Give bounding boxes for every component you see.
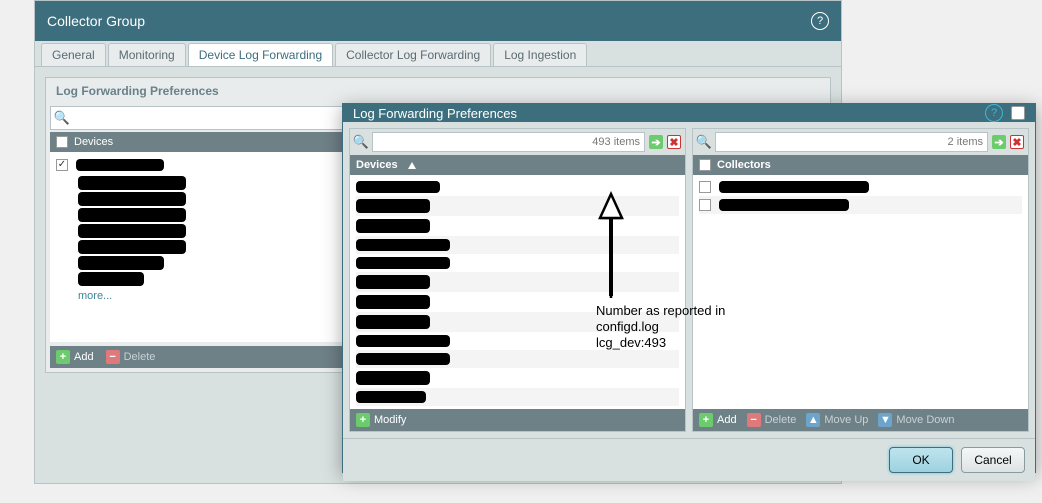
sort-asc-icon [408, 162, 416, 169]
window-title: Collector Group [47, 13, 145, 29]
ok-button[interactable]: OK [889, 447, 953, 473]
redacted-item [719, 181, 869, 193]
help-icon[interactable]: ? [811, 12, 829, 30]
list-item[interactable] [356, 272, 679, 292]
clear-icon[interactable]: ✖ [667, 135, 681, 149]
clear-icon[interactable]: ✖ [1010, 135, 1024, 149]
collectors-header-label: Collectors [717, 159, 771, 171]
collectors-header[interactable]: Collectors [693, 155, 1028, 175]
tab-general[interactable]: General [41, 43, 106, 66]
devices-header-label: Devices [356, 159, 398, 171]
row-checkbox[interactable] [56, 159, 68, 171]
modify-button[interactable]: +Modify [356, 413, 406, 427]
tab-device-log-forwarding[interactable]: Device Log Forwarding [188, 43, 333, 66]
redacted-item [78, 176, 186, 190]
redacted-item [356, 295, 430, 309]
redacted-item [78, 224, 186, 238]
move-down-button[interactable]: ▼Move Down [878, 413, 954, 427]
collectors-search-input[interactable] [715, 132, 988, 152]
list-item[interactable] [356, 196, 679, 216]
devices-header-label: Devices [74, 136, 113, 148]
tabs: GeneralMonitoringDevice Log ForwardingCo… [35, 41, 841, 67]
select-all-checkbox[interactable] [56, 136, 68, 148]
annotation-text: Number as reported in configd.log lcg_de… [596, 303, 796, 351]
list-item[interactable] [356, 236, 679, 254]
row-checkbox[interactable] [699, 181, 711, 193]
search-icon[interactable]: 🔍 [697, 135, 711, 149]
dialog-title: Log Forwarding Preferences [353, 106, 517, 121]
select-all-checkbox[interactable] [699, 159, 711, 171]
tab-monitoring[interactable]: Monitoring [108, 43, 186, 66]
window-menu-icon[interactable] [1011, 106, 1025, 120]
collectors-list[interactable] [693, 175, 1028, 409]
row-checkbox[interactable] [699, 199, 711, 211]
redacted-item [356, 257, 450, 269]
cancel-button[interactable]: Cancel [961, 447, 1025, 473]
redacted-item [78, 256, 164, 270]
redacted-item [356, 181, 440, 193]
redacted-item [78, 208, 186, 222]
redacted-item [356, 275, 430, 289]
redacted-item [78, 240, 186, 254]
delete-button[interactable]: −Delete [106, 350, 156, 364]
log-forwarding-dialog: Log Forwarding Preferences ? 🔍 ➔ ✖ Devic… [342, 103, 1036, 473]
tab-log-ingestion[interactable]: Log Ingestion [493, 43, 587, 66]
window-titlebar: Collector Group ? [35, 1, 841, 41]
dialog-titlebar: Log Forwarding Preferences ? [343, 104, 1035, 122]
add-button[interactable]: +Add [56, 350, 94, 364]
search-icon[interactable]: 🔍 [354, 135, 368, 149]
list-item[interactable] [356, 216, 679, 236]
group-title: Log Forwarding Preferences [46, 78, 830, 104]
apply-icon[interactable]: ➔ [649, 135, 663, 149]
devices-panel: 🔍 ➔ ✖ Devices +Modify [349, 128, 686, 432]
redacted-item [356, 315, 430, 329]
redacted-item [356, 219, 430, 233]
redacted-item [76, 159, 164, 171]
help-icon[interactable]: ? [985, 104, 1003, 122]
redacted-item [356, 335, 450, 347]
redacted-item [78, 192, 186, 206]
redacted-item [356, 353, 450, 365]
redacted-item [78, 272, 144, 286]
collectors-panel: 🔍 ➔ ✖ Collectors +Add −Delete ▲Move Up ▼… [692, 128, 1029, 432]
list-item[interactable] [699, 196, 1022, 214]
redacted-item [356, 239, 450, 251]
move-up-button[interactable]: ▲Move Up [806, 413, 868, 427]
list-item[interactable] [356, 388, 679, 406]
devices-toolbar: +Modify [350, 409, 685, 431]
redacted-item [356, 199, 430, 213]
search-icon[interactable]: 🔍 [55, 111, 69, 125]
apply-icon[interactable]: ➔ [992, 135, 1006, 149]
collectors-toolbar: +Add −Delete ▲Move Up ▼Move Down [693, 409, 1028, 431]
tab-collector-log-forwarding[interactable]: Collector Log Forwarding [335, 43, 491, 66]
dialog-footer: OK Cancel [343, 438, 1035, 481]
redacted-item [356, 371, 430, 385]
delete-button[interactable]: −Delete [747, 413, 797, 427]
list-item[interactable] [356, 178, 679, 196]
list-item[interactable] [356, 350, 679, 368]
devices-search-input[interactable] [372, 132, 645, 152]
devices-header[interactable]: Devices [350, 155, 685, 175]
add-button[interactable]: +Add [699, 413, 737, 427]
redacted-item [356, 391, 426, 403]
list-item[interactable] [356, 368, 679, 388]
redacted-item [719, 199, 849, 211]
list-item[interactable] [699, 178, 1022, 196]
list-item[interactable] [356, 254, 679, 272]
devices-list[interactable] [350, 175, 685, 409]
